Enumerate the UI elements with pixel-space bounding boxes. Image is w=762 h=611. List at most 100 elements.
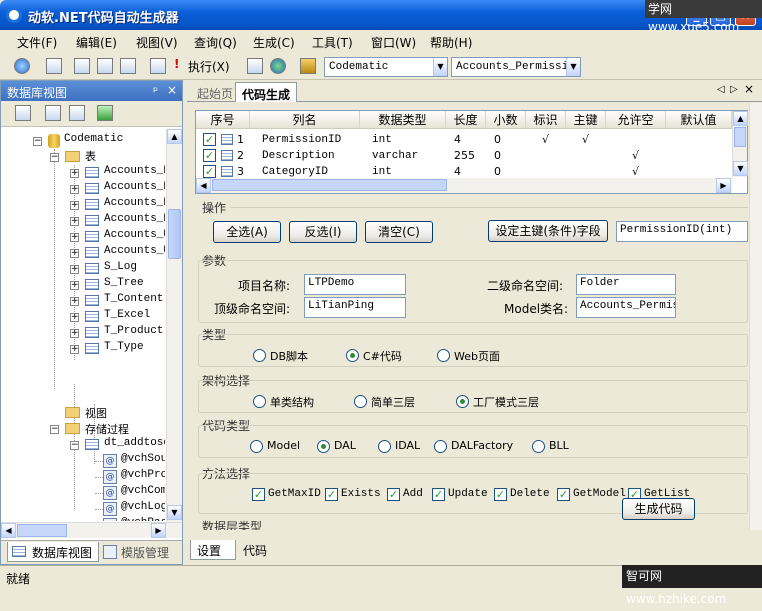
col-header[interactable]: 默认值 <box>666 111 732 129</box>
scroll-thumb[interactable] <box>734 127 746 147</box>
database-select[interactable]: Codematic ▼ <box>324 57 448 77</box>
sub-namespace-input[interactable]: Folder <box>576 274 676 295</box>
invert-select-button[interactable]: 反选(I) <box>289 221 357 243</box>
expand-icon[interactable]: + <box>70 297 79 306</box>
set-primary-key-button[interactable]: 设定主键(条件)字段 <box>488 220 608 242</box>
pin-icon[interactable]: ᵖ <box>153 84 158 98</box>
menu-help[interactable]: 帮助(H) <box>430 34 472 51</box>
tree-node-views[interactable]: 视图 <box>85 405 107 421</box>
collapse-icon[interactable]: − <box>50 425 59 434</box>
tree-node-table[interactable]: T_Product <box>104 325 163 341</box>
tab-start-page[interactable]: 起始页 <box>191 82 239 102</box>
scroll-thumb[interactable] <box>168 209 181 259</box>
method-checkbox[interactable]: ✓ <box>557 488 570 501</box>
scroll-up-icon[interactable]: ▲ <box>167 129 182 144</box>
connect-icon[interactable] <box>45 105 61 121</box>
col-header[interactable]: 允许空 <box>606 111 666 129</box>
expand-icon[interactable]: + <box>70 265 79 274</box>
tab-template-manage[interactable]: 模版管理 <box>103 542 179 562</box>
tab-code-generate[interactable]: 代码生成 <box>235 82 298 102</box>
tree-node-table[interactable]: Accounts_U <box>104 229 165 245</box>
model-class-input[interactable]: Accounts_Permiss <box>576 297 676 318</box>
tree-node-table[interactable]: Accounts_U <box>104 245 165 261</box>
tab-settings[interactable]: 设置 <box>190 540 236 560</box>
add-server-icon[interactable] <box>15 105 31 121</box>
expand-icon[interactable]: + <box>70 249 79 258</box>
table-row[interactable]: ✓ 1 PermissionID int 4 0 √ √ <box>196 132 732 148</box>
edit-icon[interactable] <box>150 58 166 74</box>
tree-node-table[interactable]: Accounts_P <box>104 165 165 181</box>
scroll-right-icon[interactable]: ▶ <box>151 523 166 538</box>
col-header[interactable]: 长度 <box>446 111 486 129</box>
tree-node-table[interactable]: Accounts_R <box>104 197 165 213</box>
tree-node-db[interactable]: Codematic <box>64 133 123 149</box>
col-header[interactable]: 列名 <box>250 111 360 129</box>
codetype-radio[interactable] <box>434 440 447 453</box>
scroll-thumb[interactable] <box>212 179 447 191</box>
expand-icon[interactable]: + <box>70 217 79 226</box>
tree-node-table[interactable]: T_Content <box>104 293 163 309</box>
row-checkbox[interactable]: ✓ <box>203 133 216 146</box>
type-radio[interactable] <box>346 349 359 362</box>
tree-node-table[interactable]: T_Excel <box>104 309 150 325</box>
generate-code-button[interactable]: 生成代码 <box>622 498 695 520</box>
expand-icon[interactable]: + <box>70 233 79 242</box>
grid-vscrollbar[interactable]: ▲ ▼ <box>732 111 748 177</box>
tab-close-icon[interactable]: × <box>744 82 754 96</box>
scroll-right-icon[interactable]: ▶ <box>716 178 731 193</box>
tab-nav-right-icon[interactable]: ▷ <box>730 84 738 95</box>
tree-node-param[interactable]: @vchCom <box>121 485 165 501</box>
col-header[interactable]: 数据类型 <box>360 111 446 129</box>
table-select[interactable]: Accounts_Permissic ▼ <box>451 57 581 77</box>
tab-code[interactable]: 代码 <box>239 540 285 560</box>
expand-icon[interactable]: + <box>70 345 79 354</box>
execute-icon[interactable]: ! <box>174 57 179 71</box>
scroll-down-icon[interactable]: ▼ <box>167 505 182 520</box>
tab-database-view[interactable]: 数据库视图 <box>7 542 99 562</box>
refresh-icon[interactable] <box>46 58 62 74</box>
refresh-icon[interactable] <box>97 105 113 121</box>
top-namespace-input[interactable]: LiTianPing <box>304 297 406 318</box>
type-radio[interactable] <box>437 349 450 362</box>
generator-icon[interactable] <box>300 58 316 74</box>
collapse-icon[interactable]: − <box>50 153 59 162</box>
select-all-button[interactable]: 全选(A) <box>213 221 281 243</box>
expand-icon[interactable]: + <box>70 281 79 290</box>
menu-view[interactable]: 视图(V) <box>136 34 178 51</box>
connect-icon[interactable] <box>14 58 30 74</box>
expand-icon[interactable]: + <box>70 169 79 178</box>
menu-query[interactable]: 查询(Q) <box>194 34 237 51</box>
tree-node-table[interactable]: T_Type <box>104 341 144 357</box>
col-header[interactable]: 小数 <box>486 111 526 129</box>
menu-window[interactable]: 窗口(W) <box>371 34 416 51</box>
menu-file[interactable]: 文件(F) <box>17 34 57 51</box>
arch-radio[interactable] <box>253 395 266 408</box>
tree-vscrollbar[interactable]: ▲ ▼ <box>166 129 182 522</box>
scroll-up-icon[interactable]: ▲ <box>733 111 748 126</box>
globe-icon[interactable] <box>270 58 286 74</box>
row-checkbox[interactable]: ✓ <box>203 149 216 162</box>
grid-hscrollbar[interactable]: ◀ ▶ <box>196 178 732 193</box>
tree-node-procs[interactable]: 存储过程 <box>85 421 129 437</box>
col-header[interactable]: 序号 <box>196 111 250 129</box>
new-file-icon[interactable] <box>97 58 113 74</box>
method-checkbox[interactable]: ✓ <box>494 488 507 501</box>
word-icon[interactable] <box>247 58 263 74</box>
tree-node-param[interactable]: @vchPro <box>121 469 165 485</box>
tree-node-table[interactable]: Accounts_P <box>104 181 165 197</box>
arch-radio[interactable] <box>456 395 469 408</box>
tree-node-proc[interactable]: dt_addtoso <box>104 437 165 453</box>
tree-hscrollbar[interactable]: ◀ ▶ <box>1 522 182 538</box>
codetype-radio[interactable] <box>532 440 545 453</box>
execute-button[interactable]: 执行(X) <box>188 58 230 75</box>
content-vscrollbar[interactable] <box>749 103 762 530</box>
panel-close-icon[interactable]: × <box>167 83 177 97</box>
collapse-icon[interactable]: − <box>33 137 42 146</box>
scroll-left-icon[interactable]: ◀ <box>196 178 211 193</box>
disconnect-icon[interactable] <box>69 105 85 121</box>
method-checkbox[interactable]: ✓ <box>325 488 338 501</box>
method-checkbox[interactable]: ✓ <box>432 488 445 501</box>
type-radio[interactable] <box>253 349 266 362</box>
menu-generate[interactable]: 生成(C) <box>253 34 295 51</box>
codetype-radio[interactable] <box>317 440 330 453</box>
